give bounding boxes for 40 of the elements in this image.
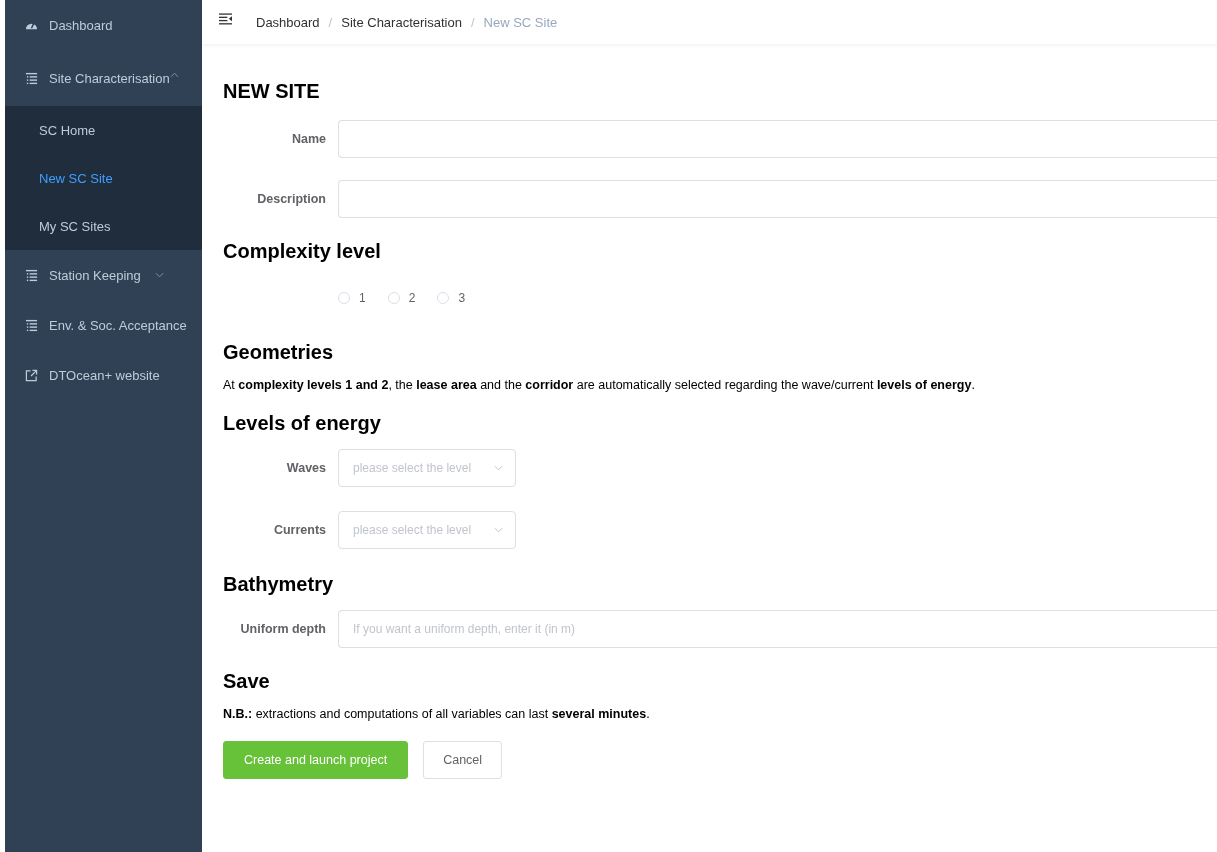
breadcrumb-item[interactable]: Site Characterisation <box>341 14 462 30</box>
field-label: Currents <box>272 523 327 537</box>
breadcrumb-item[interactable]: Dashboard <box>256 14 320 30</box>
radio-option[interactable]: 2 <box>387 291 416 305</box>
sidebar-item[interactable]: Env. & Soc. Acceptance <box>5 300 202 350</box>
list-icon <box>25 268 38 282</box>
list-icon <box>25 71 38 85</box>
section-heading: Save <box>223 670 271 693</box>
note-text: N.B.: extractions and computations of all variables can last several minutes. <box>223 707 651 721</box>
field-label: Description <box>256 192 327 206</box>
sidebar-item[interactable]: DTOcean+ website <box>5 350 202 400</box>
external-link-icon <box>25 368 38 382</box>
page-title: NEW SITE <box>223 80 321 103</box>
sidebar-item[interactable]: Station Keeping <box>5 250 202 300</box>
info-text: At complexity levels 1 and 2, the lease area and the corridor are automatically selected regarding the wave/current levels of energy. <box>223 378 976 392</box>
breadcrumb-separator: / <box>328 14 333 30</box>
field-label: Uniform depth <box>239 622 327 636</box>
breadcrumb-item: New SC Site <box>483 14 558 30</box>
section-heading: Levels of energy <box>223 412 382 435</box>
field-label: Name <box>290 132 327 146</box>
cancel-button[interactable]: Cancel <box>423 741 503 779</box>
sidebar-item[interactable]: Site Characterisation <box>5 50 202 106</box>
depth-field[interactable]: If you want a uniform depth, enter it (in m) <box>338 610 1217 648</box>
submenu-item[interactable]: New SC Site <box>5 154 202 202</box>
chevron-down-icon <box>494 465 503 471</box>
text-field[interactable] <box>338 120 1217 158</box>
submenu-item[interactable]: My SC Sites <box>5 202 202 250</box>
text-field[interactable] <box>338 180 1217 218</box>
sidebar-item[interactable]: Dashboard <box>5 0 202 50</box>
field-label: Waves <box>285 461 327 475</box>
submenu-item[interactable]: SC Home <box>5 106 202 154</box>
radio-option[interactable]: 1 <box>338 291 366 305</box>
section-heading: Complexity level <box>223 240 382 263</box>
section-heading: Geometries <box>223 341 335 364</box>
radio-option[interactable]: 3 <box>437 291 466 305</box>
chevron-down-icon <box>494 527 503 533</box>
breadcrumb-separator: / <box>470 14 475 30</box>
menu-icon[interactable] <box>219 13 232 25</box>
section-heading: Bathymetry <box>223 573 335 596</box>
list-icon <box>25 318 38 332</box>
